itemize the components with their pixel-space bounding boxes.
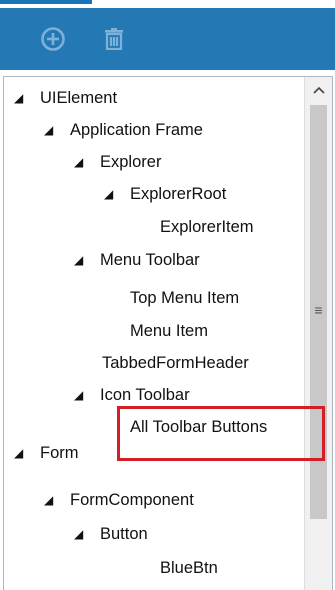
- tree-node-label: Icon Toolbar: [100, 385, 190, 404]
- delete-button[interactable]: [97, 22, 131, 56]
- tree-view: ◢ UIElement ◢ Application Frame ◢ Explor…: [4, 77, 304, 590]
- tree-node-button[interactable]: ◢ Button: [4, 518, 332, 550]
- tree-node-explorer[interactable]: ◢ Explorer: [4, 146, 332, 178]
- tree-node-top-menu-item[interactable]: Top Menu Item: [4, 282, 332, 314]
- tree-node-label: FormComponent: [70, 490, 194, 509]
- tree-node-explorerroot[interactable]: ◢ ExplorerRoot: [4, 178, 332, 210]
- tree-node-label: Menu Item: [130, 321, 208, 340]
- grip-icon: ≡: [314, 302, 323, 318]
- tree-node-label: TabbedFormHeader: [102, 353, 249, 372]
- vertical-scrollbar[interactable]: ≡: [304, 77, 332, 590]
- tree-node-label: Form: [40, 443, 79, 462]
- tree-node-label: ExplorerItem: [160, 217, 254, 236]
- tree-node-label: Application Frame: [70, 120, 203, 139]
- expand-arrow-icon[interactable]: ◢: [14, 91, 28, 105]
- expand-arrow-icon[interactable]: ◢: [14, 446, 28, 460]
- tree-node-label: Explorer: [100, 152, 162, 171]
- trash-icon: [105, 28, 123, 50]
- tree-node-uielement[interactable]: ◢ UIElement: [4, 82, 314, 114]
- tree-node-label: BlueBtn: [160, 558, 218, 577]
- expand-arrow-icon[interactable]: ◢: [74, 155, 88, 169]
- tree-node-bluebtn[interactable]: BlueBtn: [4, 552, 332, 584]
- tree-panel: ◢ UIElement ◢ Application Frame ◢ Explor…: [3, 76, 333, 590]
- chevron-up-icon: [312, 86, 325, 94]
- tree-node-application-frame[interactable]: ◢ Application Frame: [4, 114, 332, 146]
- tree-node-exploreritem[interactable]: ExplorerItem: [4, 211, 332, 243]
- tree-node-form[interactable]: ◢ Form: [4, 437, 314, 469]
- expand-arrow-icon[interactable]: ◢: [44, 493, 58, 507]
- expand-arrow-icon[interactable]: ◢: [74, 388, 88, 402]
- tree-node-formcomponent[interactable]: ◢ FormComponent: [4, 484, 332, 516]
- add-button[interactable]: [36, 22, 70, 56]
- tree-node-label: Top Menu Item: [130, 288, 240, 307]
- expand-arrow-icon[interactable]: ◢: [74, 253, 88, 267]
- tree-node-label: All Toolbar Buttons: [130, 417, 268, 436]
- expand-arrow-icon[interactable]: ◢: [44, 123, 58, 137]
- tree-node-menu-toolbar[interactable]: ◢ Menu Toolbar: [4, 244, 332, 276]
- scroll-up-button[interactable]: [305, 77, 332, 103]
- tree-node-menu-item[interactable]: Menu Item: [4, 315, 332, 347]
- tree-node-label: Menu Toolbar: [100, 250, 200, 269]
- expand-arrow-icon[interactable]: ◢: [74, 527, 88, 541]
- tree-node-label: ExplorerRoot: [130, 184, 227, 203]
- toolbar: [0, 8, 335, 70]
- tree-node-label: Button: [100, 524, 148, 543]
- expand-arrow-icon[interactable]: ◢: [104, 187, 118, 201]
- tree-node-label: UIElement: [40, 88, 118, 107]
- tree-node-icon-toolbar[interactable]: ◢ Icon Toolbar: [4, 379, 332, 411]
- plus-circle-icon: [41, 27, 65, 51]
- active-tab-indicator: [0, 0, 92, 4]
- scrollbar-thumb[interactable]: ≡: [310, 105, 327, 519]
- tree-node-tabbedformheader[interactable]: TabbedFormHeader: [4, 347, 332, 379]
